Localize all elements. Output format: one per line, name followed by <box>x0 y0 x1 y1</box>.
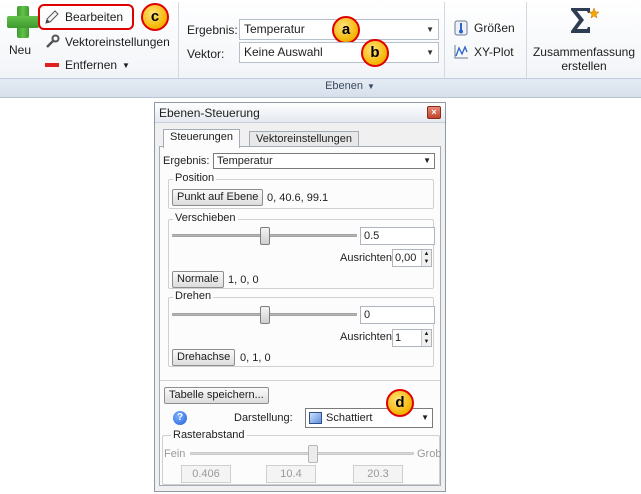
grid-min-value: 0.406 <box>181 465 231 483</box>
ribbon-separator <box>178 2 179 78</box>
panel-result-select[interactable]: Temperatur ▼ <box>213 153 435 169</box>
vector-combo-value: Keine Auswahl <box>244 45 323 59</box>
ribbon-group-label: Ebenen <box>325 80 363 92</box>
display-value: Schattiert <box>326 412 373 424</box>
chevron-down-icon[interactable]: ▼ <box>426 43 434 62</box>
position-title: Position <box>173 172 217 184</box>
chevron-down-icon[interactable]: ▼ <box>423 154 431 168</box>
display-select[interactable]: Schattiert ▼ <box>305 408 433 428</box>
result-label: Ergebnis: <box>187 23 238 37</box>
close-icon[interactable]: × <box>427 106 441 119</box>
ribbon: Neu Bearbeiten c Vektoreinstellungen Ent… <box>0 0 641 98</box>
xy-plot-icon <box>453 44 469 60</box>
rotate-slider-thumb[interactable] <box>259 306 270 324</box>
chevron-down-icon[interactable]: ▼ <box>421 409 429 427</box>
grid-mid-value: 10.4 <box>266 465 316 483</box>
xy-plot-label: XY-Plot <box>474 45 514 59</box>
callout-badge-d: d <box>386 389 414 417</box>
create-summary-button[interactable]: Zusammenfassung erstellen <box>530 45 638 73</box>
vector-combo[interactable]: Keine Auswahl ▼ <box>239 42 439 63</box>
callout-badge-b: b <box>361 39 389 67</box>
point-on-plane-button[interactable]: Punkt auf Ebene <box>172 189 264 206</box>
callout-badge-c: c <box>141 3 169 31</box>
summary-label-line1: Zusammenfassung <box>532 45 636 59</box>
remove-button[interactable]: Entfernen ▼ <box>44 57 130 73</box>
dialog-title: Ebenen-Steuerung <box>159 106 260 120</box>
vector-label: Vektor: <box>187 47 225 61</box>
rotate-value-input[interactable]: 0 <box>360 306 435 324</box>
shift-slider-thumb[interactable] <box>259 227 270 245</box>
vector-settings-button[interactable]: Vektoreinstellungen <box>44 34 170 50</box>
remove-label: Entfernen <box>65 58 118 72</box>
shift-value-input[interactable]: 0.5 <box>360 227 435 245</box>
rotation-axis-value: 0, 1, 0 <box>240 352 271 364</box>
vector-settings-label: Vektoreinstellungen <box>65 35 170 49</box>
coarse-label: Grob <box>417 448 442 460</box>
shift-align-value: 0,00 <box>395 252 417 264</box>
help-icon[interactable]: ? <box>173 411 187 425</box>
pencil-icon <box>44 9 60 25</box>
controls-panel: Ergebnis: Temperatur ▼ Position Punkt au… <box>159 146 441 486</box>
divider <box>160 380 440 381</box>
remove-icon <box>44 57 60 73</box>
shift-title: Verschieben <box>173 212 238 224</box>
panel-result-value: Temperatur <box>217 155 273 167</box>
add-plus-icon[interactable] <box>7 6 39 38</box>
grid-max-value: 20.3 <box>353 465 403 483</box>
xy-plot-button[interactable]: XY-Plot <box>453 44 514 60</box>
position-value: 0, 40.6, 99.1 <box>267 192 329 204</box>
plane-control-dialog: Ebenen-Steuerung × Steuerungen Vektorein… <box>154 102 446 492</box>
grid-slider-track <box>190 452 414 455</box>
ribbon-group-toggle[interactable]: Ebenen ▼ <box>290 80 410 92</box>
shift-align-stepper[interactable]: 0,00 ▲ ▼ <box>392 249 432 267</box>
rotate-title: Drehen <box>173 290 214 302</box>
edit-button-label: Bearbeiten <box>65 10 124 24</box>
save-table-button[interactable]: Tabelle speichern... <box>164 387 269 404</box>
tab-controls[interactable]: Steuerungen <box>163 129 240 148</box>
rotate-align-value: 1 <box>395 332 402 344</box>
sizes-button[interactable]: Größen <box>453 20 515 36</box>
edit-button[interactable]: Bearbeiten <box>44 9 123 25</box>
new-button-label[interactable]: Neu <box>9 43 31 57</box>
spin-arrows-icon[interactable]: ▲ ▼ <box>421 330 431 346</box>
result-combo-value: Temperatur <box>244 22 305 36</box>
summation-icon[interactable] <box>566 4 600 38</box>
wrench-icon <box>44 34 60 50</box>
display-label: Darstellung: <box>234 412 293 424</box>
rotate-align-stepper[interactable]: 1 ▲ ▼ <box>392 329 432 347</box>
normal-value: 1, 0, 0 <box>228 274 259 286</box>
shaded-cube-icon <box>309 412 322 424</box>
chevron-down-icon[interactable]: ▼ <box>426 20 434 39</box>
spin-arrows-icon[interactable]: ▲ ▼ <box>421 250 431 266</box>
callout-badge-a: a <box>332 16 360 44</box>
panel-result-label: Ergebnis: <box>163 155 210 167</box>
rotation-axis-button[interactable]: Drehachse <box>172 349 236 366</box>
fine-label: Fein <box>164 448 186 460</box>
chevron-down-icon[interactable]: ▼ <box>122 61 130 70</box>
dialog-title-bar[interactable]: Ebenen-Steuerung × <box>155 103 445 123</box>
thermometer-icon <box>453 20 469 36</box>
normal-button[interactable]: Normale <box>172 271 224 288</box>
summary-label-line2: erstellen <box>561 59 607 73</box>
sizes-label: Größen <box>474 21 515 35</box>
grid-slider-thumb <box>308 445 319 463</box>
ribbon-separator <box>444 2 445 78</box>
grid-spacing-title: Rasterabstand <box>171 429 247 441</box>
shift-align-label: Ausrichten <box>340 252 392 264</box>
rotate-align-label: Ausrichten <box>340 331 392 343</box>
ribbon-separator <box>526 2 527 78</box>
chevron-down-icon: ▼ <box>367 82 375 91</box>
